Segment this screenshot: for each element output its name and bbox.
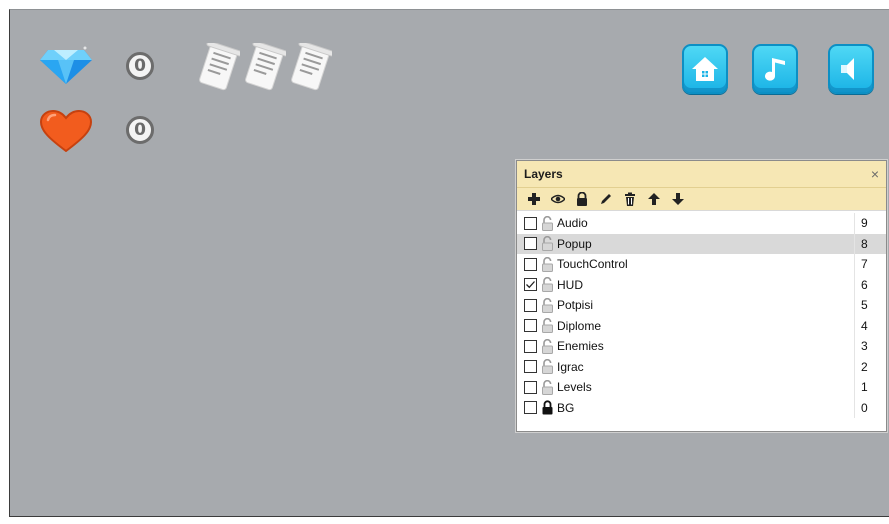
close-icon[interactable]: × <box>871 166 879 182</box>
layer-name: Levels <box>557 380 592 395</box>
layer-row[interactable]: Enemies 3 <box>517 336 886 357</box>
sound-button[interactable] <box>828 44 874 94</box>
visibility-checkbox[interactable] <box>524 278 537 292</box>
diploma-icon <box>288 40 335 93</box>
lock-open-icon[interactable] <box>541 236 554 252</box>
arrow-down-icon[interactable] <box>670 192 685 207</box>
visibility-checkbox[interactable] <box>524 237 537 251</box>
lock-open-icon[interactable] <box>541 359 554 375</box>
layer-order: 9 <box>854 213 886 234</box>
layer-name: Igrac <box>557 359 584 374</box>
diploma-icon <box>196 40 243 93</box>
layer-name: HUD <box>557 277 583 292</box>
visibility-checkbox[interactable] <box>524 401 537 415</box>
layer-row[interactable]: Audio 9 <box>517 213 886 234</box>
visibility-checkbox[interactable] <box>524 360 537 374</box>
layer-row[interactable]: Diplome 4 <box>517 315 886 336</box>
lock-open-icon[interactable] <box>541 318 554 334</box>
music-icon <box>765 58 785 81</box>
layer-row[interactable]: Popup 8 <box>517 233 886 254</box>
lock-open-icon[interactable] <box>541 297 554 313</box>
visibility-checkbox[interactable] <box>524 380 537 394</box>
layer-list: Audio 9 Popup 8 TouchControl 7 HUD 6 Potpisi 5 Dip… <box>517 211 886 418</box>
lock-closed-icon[interactable] <box>541 400 554 415</box>
heart-icon <box>39 109 93 157</box>
layer-name: Enemies <box>557 339 604 354</box>
lock-open-icon[interactable] <box>541 256 554 272</box>
layer-row[interactable]: Igrac 2 <box>517 356 886 377</box>
visibility-checkbox[interactable] <box>524 216 537 230</box>
layer-row[interactable]: Levels 1 <box>517 377 886 398</box>
layer-order: 8 <box>854 233 886 254</box>
visibility-checkbox[interactable] <box>524 257 537 271</box>
diploma-icon <box>242 40 289 93</box>
visibility-checkbox[interactable] <box>524 339 537 353</box>
lock-open-icon[interactable] <box>541 338 554 354</box>
layers-panel-header[interactable]: Layers × <box>517 161 886 188</box>
layer-name: TouchControl <box>557 257 628 272</box>
gem-icon <box>40 46 92 91</box>
layer-order: 3 <box>854 336 886 357</box>
layer-row[interactable]: BG 0 <box>517 397 886 418</box>
add-icon[interactable] <box>526 192 541 207</box>
arrow-up-icon[interactable] <box>646 192 661 207</box>
game-canvas[interactable]: 0 0 Layers × Audio 9 Popup 8 TouchContro… <box>9 9 889 517</box>
heart-counter: 0 <box>126 116 154 144</box>
layers-toolbar <box>517 188 886 211</box>
sound-icon <box>841 58 854 80</box>
layer-order: 4 <box>854 315 886 336</box>
layer-name: Potpisi <box>557 298 594 313</box>
layer-row[interactable]: TouchControl 7 <box>517 254 886 275</box>
layer-name: Popup <box>557 236 592 251</box>
lock-icon[interactable] <box>574 192 589 207</box>
pencil-icon[interactable] <box>598 192 613 207</box>
layer-order: 7 <box>854 254 886 275</box>
lock-open-icon[interactable] <box>541 277 554 293</box>
layer-order: 1 <box>854 377 886 398</box>
layer-name: Diplome <box>557 318 602 333</box>
lock-open-icon[interactable] <box>541 215 554 231</box>
layers-panel: Layers × Audio 9 Popup 8 TouchControl 7 … <box>516 160 887 432</box>
visibility-checkbox[interactable] <box>524 298 537 312</box>
eye-icon[interactable] <box>550 192 565 207</box>
lock-open-icon[interactable] <box>541 379 554 395</box>
music-button[interactable] <box>752 44 798 94</box>
home-icon <box>692 57 718 81</box>
layer-name: BG <box>557 400 575 415</box>
visibility-checkbox[interactable] <box>524 319 537 333</box>
layer-order: 0 <box>854 397 886 418</box>
home-button[interactable] <box>682 44 728 94</box>
trash-icon[interactable] <box>622 192 637 207</box>
diploma-group <box>196 40 335 93</box>
layer-row[interactable]: Potpisi 5 <box>517 295 886 316</box>
gem-counter: 0 <box>126 52 154 80</box>
layer-order: 6 <box>854 274 886 295</box>
layer-name: Audio <box>557 216 588 231</box>
layer-order: 2 <box>854 356 886 377</box>
layer-row[interactable]: HUD 6 <box>517 274 886 295</box>
layer-order: 5 <box>854 295 886 316</box>
layers-panel-title: Layers <box>524 167 563 181</box>
